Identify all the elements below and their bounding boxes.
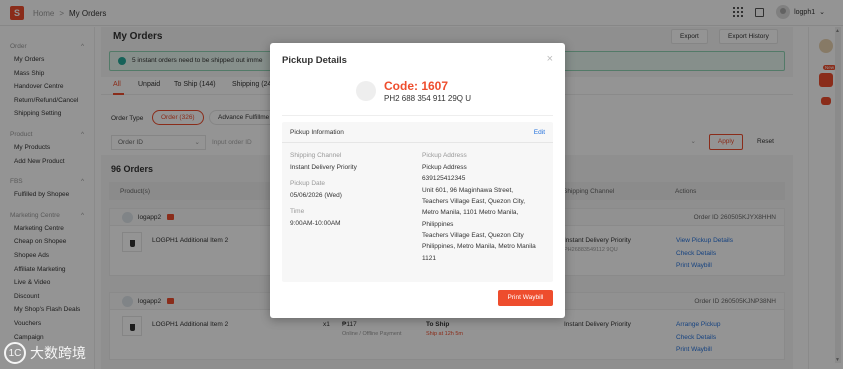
time-label: Time (290, 208, 305, 215)
pickup-date-value: 05/06/2026 (Wed) (290, 192, 342, 199)
pickup-information-panel: Pickup Information Edit Shipping Channel… (282, 122, 553, 282)
watermark: 1C 大数跨境 (4, 342, 86, 364)
close-icon[interactable]: × (547, 53, 553, 65)
pickup-code: Code: 1607 (384, 79, 449, 93)
address-line: Teachers Village East, Quezon City (422, 232, 524, 239)
address-line: Unit 601, 96 Maginhawa Street, (422, 187, 514, 194)
watermark-logo-icon: 1C (4, 342, 26, 364)
shipping-channel-value: Instant Delivery Priority (290, 164, 357, 171)
time-value: 9:00AM-10:00AM (290, 220, 341, 227)
address-line: 639125412345 (422, 175, 466, 182)
shipping-channel-label: Shipping Channel (290, 152, 342, 159)
pickup-date-label: Pickup Date (290, 180, 326, 187)
divider (282, 142, 553, 143)
watermark-text: 大数跨境 (30, 345, 86, 361)
address-line: Philippines, Metro Manila, Metro Manila (422, 243, 536, 250)
courier-avatar (356, 81, 376, 101)
pickup-address-label: Pickup Address (422, 152, 467, 159)
modal-title: Pickup Details (282, 55, 347, 66)
print-waybill-button[interactable]: Print Waybill (498, 290, 553, 306)
pickup-info-title: Pickup Information (290, 129, 344, 136)
divider (282, 115, 553, 116)
address-line: Pickup Address (422, 164, 467, 171)
pickup-details-modal: Pickup Details × Code: 1607 PH2 688 354 … (270, 43, 565, 318)
edit-link[interactable]: Edit (534, 129, 545, 136)
address-line: Philippines (422, 221, 454, 228)
tracking-number: PH2 688 354 911 29Q U (384, 94, 472, 103)
address-line: Teachers Village East, Quezon City, (422, 198, 526, 205)
address-line: Metro Manila, 1101 Metro Manila, (422, 209, 519, 216)
address-line: 1121 (422, 255, 436, 262)
